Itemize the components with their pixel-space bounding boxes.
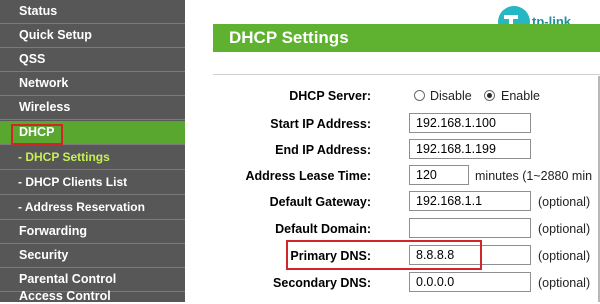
- lease-time-unit: minutes (1~2880 min: [475, 169, 593, 183]
- primary-dns-optional: (optional): [538, 249, 591, 263]
- start-ip-input[interactable]: 192.168.1.100: [409, 113, 531, 133]
- lease-time-input[interactable]: 120: [409, 165, 469, 185]
- page-title: DHCP Settings: [213, 24, 600, 52]
- gateway-label: Default Gateway:: [269, 195, 371, 209]
- enable-radio-label[interactable]: Enable: [501, 84, 540, 108]
- sidebar-item-wireless[interactable]: Wireless: [0, 96, 185, 120]
- gateway-row: Default Gateway: 192.168.1.1 (optional): [185, 190, 600, 214]
- secondary-dns-row: Secondary DNS: 0.0.0.0 (optional): [185, 271, 600, 295]
- start-ip-row: Start IP Address: 192.168.1.100: [185, 112, 600, 136]
- domain-optional: (optional): [538, 222, 591, 236]
- sidebar-item-status[interactable]: Status: [0, 0, 185, 24]
- primary-dns-highlight-box: [286, 240, 482, 270]
- sidebar-item-network[interactable]: Network: [0, 72, 185, 96]
- dhcp-server-label: DHCP Server:: [289, 89, 371, 103]
- end-ip-label: End IP Address:: [275, 143, 371, 157]
- main-content: tp-link DHCP Settings DHCP Server: Disab…: [185, 0, 600, 302]
- title-divider: [213, 74, 600, 75]
- secondary-dns-optional: (optional): [538, 276, 591, 290]
- end-ip-row: End IP Address: 192.168.1.199: [185, 138, 600, 162]
- start-ip-label: Start IP Address:: [270, 117, 371, 131]
- sidebar-item-qss[interactable]: QSS: [0, 48, 185, 72]
- sidebar-item-forwarding[interactable]: Forwarding: [0, 220, 185, 244]
- domain-input[interactable]: [409, 218, 531, 238]
- sidebar-subitem-address-reservation[interactable]: - Address Reservation: [0, 196, 185, 220]
- domain-row: Default Domain: (optional): [185, 217, 600, 241]
- enable-radio[interactable]: [484, 90, 495, 101]
- dhcp-highlight-box: [11, 124, 63, 145]
- sidebar-menu: Status Quick Setup QSS Network Wireless …: [0, 0, 185, 303]
- lease-time-row: Address Lease Time: 120 minutes (1~2880 …: [185, 164, 600, 188]
- domain-label: Default Domain:: [275, 222, 371, 236]
- sidebar-item-security[interactable]: Security: [0, 244, 185, 268]
- gateway-optional: (optional): [538, 195, 591, 209]
- sidebar-subitem-dhcp-clients-list[interactable]: - DHCP Clients List: [0, 171, 185, 195]
- lease-time-label: Address Lease Time:: [245, 169, 371, 183]
- disable-radio-label[interactable]: Disable: [430, 84, 472, 108]
- secondary-dns-label: Secondary DNS:: [273, 276, 371, 290]
- end-ip-input[interactable]: 192.168.1.199: [409, 139, 531, 159]
- secondary-dns-input[interactable]: 0.0.0.0: [409, 272, 531, 292]
- sidebar-item-quick-setup[interactable]: Quick Setup: [0, 24, 185, 48]
- sidebar-subitem-dhcp-settings[interactable]: - DHCP Settings: [0, 146, 185, 170]
- disable-radio[interactable]: [414, 90, 425, 101]
- gateway-input[interactable]: 192.168.1.1: [409, 191, 531, 211]
- dhcp-server-row: DHCP Server: Disable Enable: [185, 84, 600, 108]
